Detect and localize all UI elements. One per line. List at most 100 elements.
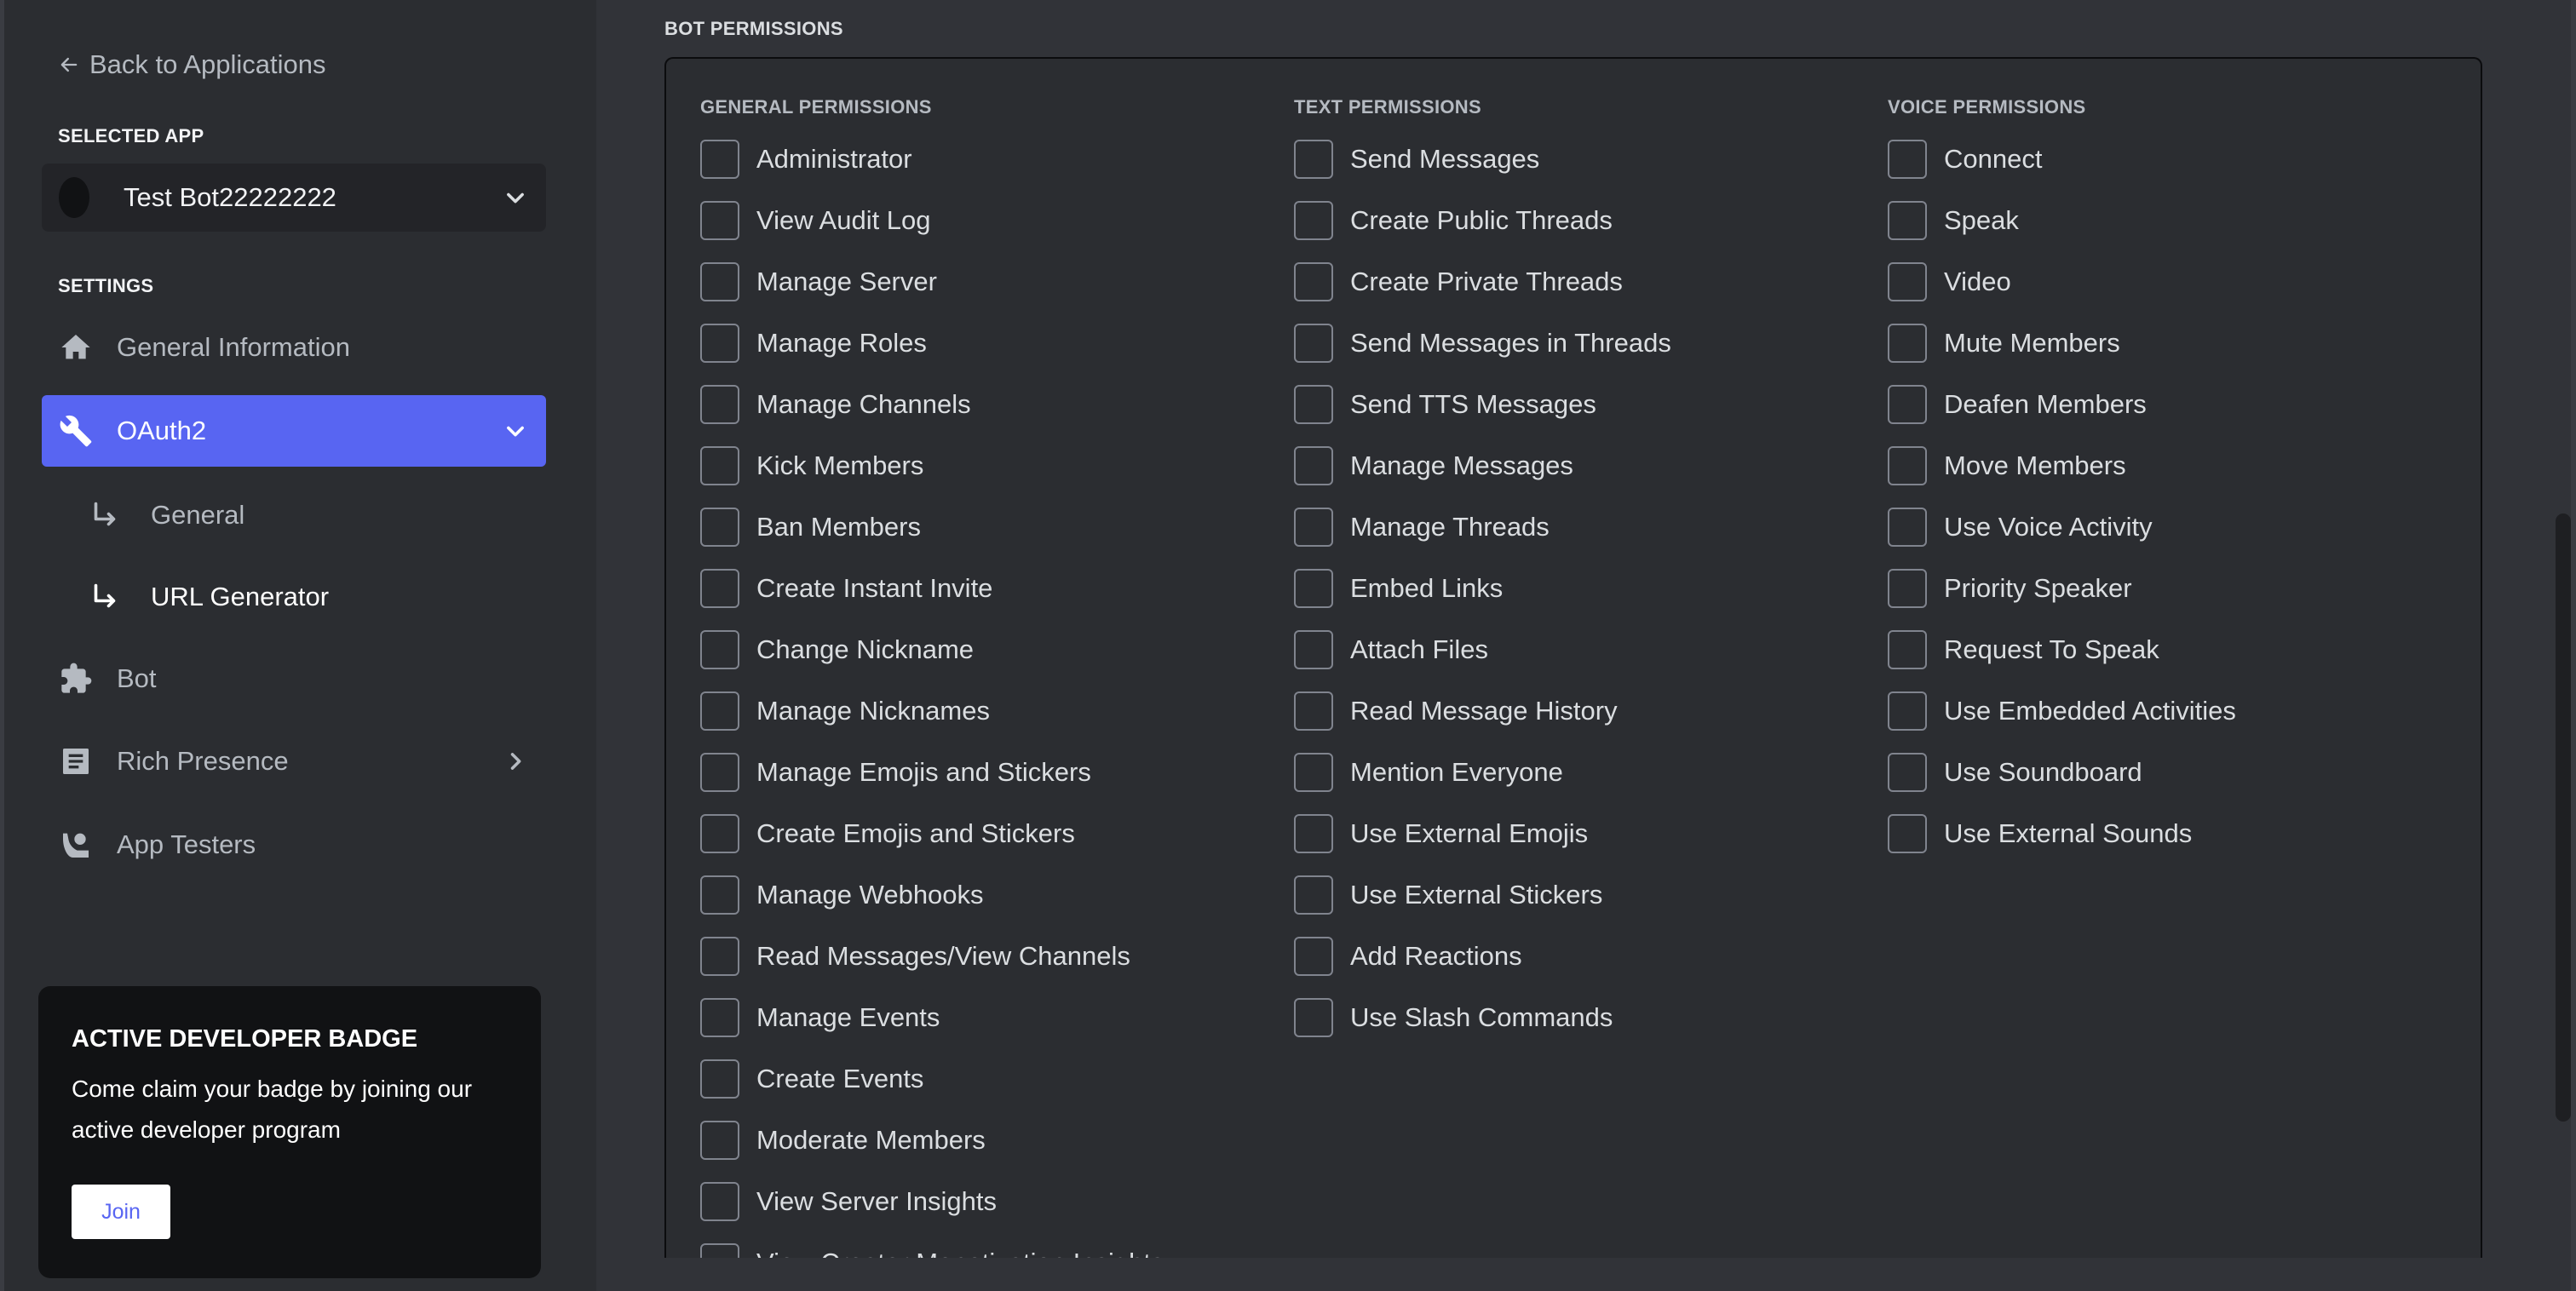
sidebar-item-general-information[interactable]: General Information bbox=[42, 312, 546, 383]
permission-checkbox[interactable] bbox=[700, 324, 739, 363]
sidebar-subitem-url-generator[interactable]: URL Generator bbox=[89, 566, 546, 628]
permission-checkbox[interactable] bbox=[700, 937, 739, 976]
join-button[interactable]: Join bbox=[72, 1185, 170, 1239]
sidebar-subitem-general[interactable]: General bbox=[89, 485, 546, 546]
permission-row[interactable]: Kick Members bbox=[700, 435, 1279, 496]
permission-row[interactable]: Manage Events bbox=[700, 987, 1279, 1048]
permission-checkbox[interactable] bbox=[1294, 814, 1333, 853]
permission-row[interactable]: Use External Emojis bbox=[1294, 803, 1873, 864]
permission-row[interactable]: Attach Files bbox=[1294, 619, 1873, 680]
permission-row[interactable]: Manage Channels bbox=[700, 374, 1279, 435]
permission-row[interactable]: Video bbox=[1888, 251, 2467, 313]
permission-checkbox[interactable] bbox=[1888, 446, 1927, 485]
permission-checkbox[interactable] bbox=[700, 1059, 739, 1099]
permission-checkbox[interactable] bbox=[1294, 875, 1333, 915]
permission-checkbox[interactable] bbox=[700, 140, 739, 179]
permission-row[interactable]: Send Messages bbox=[1294, 129, 1873, 190]
permission-checkbox[interactable] bbox=[700, 691, 739, 731]
permission-checkbox[interactable] bbox=[700, 875, 739, 915]
permission-checkbox[interactable] bbox=[700, 630, 739, 669]
permission-row[interactable]: Add Reactions bbox=[1294, 926, 1873, 987]
sidebar-item-bot[interactable]: Bot bbox=[42, 643, 546, 714]
sidebar-item-oauth2[interactable]: OAuth2 bbox=[42, 395, 546, 467]
permission-checkbox[interactable] bbox=[1294, 937, 1333, 976]
permission-row[interactable]: Read Message History bbox=[1294, 680, 1873, 742]
permission-row[interactable]: View Creator Monetization Insights bbox=[700, 1232, 1279, 1258]
permission-row[interactable]: Manage Webhooks bbox=[700, 864, 1279, 926]
permission-row[interactable]: Use External Sounds bbox=[1888, 803, 2467, 864]
permission-checkbox[interactable] bbox=[1888, 691, 1927, 731]
permission-row[interactable]: Create Emojis and Stickers bbox=[700, 803, 1279, 864]
permission-row[interactable]: Speak bbox=[1888, 190, 2467, 251]
permission-row[interactable]: Administrator bbox=[700, 129, 1279, 190]
permission-row[interactable]: Request To Speak bbox=[1888, 619, 2467, 680]
permission-row[interactable]: Manage Roles bbox=[700, 313, 1279, 374]
permission-checkbox[interactable] bbox=[700, 1243, 739, 1258]
permission-checkbox[interactable] bbox=[1888, 753, 1927, 792]
permission-checkbox[interactable] bbox=[1888, 140, 1927, 179]
permission-checkbox[interactable] bbox=[700, 1121, 739, 1160]
permission-checkbox[interactable] bbox=[1888, 201, 1927, 240]
permission-row[interactable]: Create Events bbox=[700, 1048, 1279, 1110]
permission-row[interactable]: Embed Links bbox=[1294, 558, 1873, 619]
permission-checkbox[interactable] bbox=[1294, 446, 1333, 485]
permission-checkbox[interactable] bbox=[1294, 324, 1333, 363]
permission-checkbox[interactable] bbox=[1294, 691, 1333, 731]
permission-row[interactable]: Deafen Members bbox=[1888, 374, 2467, 435]
main-scrollbar-thumb[interactable] bbox=[2556, 514, 2571, 1122]
permission-row[interactable]: Change Nickname bbox=[700, 619, 1279, 680]
permission-checkbox[interactable] bbox=[700, 508, 739, 547]
permission-row[interactable]: Send Messages in Threads bbox=[1294, 313, 1873, 374]
permission-row[interactable]: Send TTS Messages bbox=[1294, 374, 1873, 435]
permission-row[interactable]: Ban Members bbox=[700, 496, 1279, 558]
permission-checkbox[interactable] bbox=[1888, 569, 1927, 608]
permission-checkbox[interactable] bbox=[1294, 201, 1333, 240]
permission-row[interactable]: Use Slash Commands bbox=[1294, 987, 1873, 1048]
permission-row[interactable]: Use Soundboard bbox=[1888, 742, 2467, 803]
permission-row[interactable]: Create Private Threads bbox=[1294, 251, 1873, 313]
permission-row[interactable]: Use External Stickers bbox=[1294, 864, 1873, 926]
permission-checkbox[interactable] bbox=[1294, 630, 1333, 669]
permission-checkbox[interactable] bbox=[700, 446, 739, 485]
permission-row[interactable]: Mute Members bbox=[1888, 313, 2467, 374]
permission-checkbox[interactable] bbox=[1888, 385, 1927, 424]
permission-checkbox[interactable] bbox=[700, 814, 739, 853]
permission-row[interactable]: Read Messages/View Channels bbox=[700, 926, 1279, 987]
permission-row[interactable]: Create Public Threads bbox=[1294, 190, 1873, 251]
permission-checkbox[interactable] bbox=[700, 262, 739, 301]
permission-row[interactable]: Connect bbox=[1888, 129, 2467, 190]
permission-checkbox[interactable] bbox=[700, 201, 739, 240]
sidebar-item-rich-presence[interactable]: Rich Presence bbox=[42, 726, 546, 797]
permission-row[interactable]: Manage Messages bbox=[1294, 435, 1873, 496]
permission-checkbox[interactable] bbox=[700, 753, 739, 792]
permission-row[interactable]: Manage Threads bbox=[1294, 496, 1873, 558]
permission-row[interactable]: Manage Emojis and Stickers bbox=[700, 742, 1279, 803]
permission-row[interactable]: View Server Insights bbox=[700, 1171, 1279, 1232]
permission-checkbox[interactable] bbox=[1888, 262, 1927, 301]
permission-checkbox[interactable] bbox=[1294, 140, 1333, 179]
permission-checkbox[interactable] bbox=[700, 385, 739, 424]
permission-row[interactable]: Manage Server bbox=[700, 251, 1279, 313]
permission-checkbox[interactable] bbox=[700, 998, 739, 1037]
permission-checkbox[interactable] bbox=[1888, 508, 1927, 547]
permission-checkbox[interactable] bbox=[1294, 998, 1333, 1037]
app-selector-dropdown[interactable]: Test Bot22222222 bbox=[42, 164, 546, 232]
permission-checkbox[interactable] bbox=[700, 1182, 739, 1221]
permission-checkbox[interactable] bbox=[1294, 508, 1333, 547]
permission-checkbox[interactable] bbox=[700, 569, 739, 608]
permission-row[interactable]: View Audit Log bbox=[700, 190, 1279, 251]
permission-row[interactable]: Moderate Members bbox=[700, 1110, 1279, 1171]
permission-checkbox[interactable] bbox=[1294, 385, 1333, 424]
permission-row[interactable]: Mention Everyone bbox=[1294, 742, 1873, 803]
permission-checkbox[interactable] bbox=[1888, 324, 1927, 363]
permission-checkbox[interactable] bbox=[1888, 814, 1927, 853]
permission-row[interactable]: Manage Nicknames bbox=[700, 680, 1279, 742]
permission-checkbox[interactable] bbox=[1294, 569, 1333, 608]
permission-checkbox[interactable] bbox=[1294, 753, 1333, 792]
permission-row[interactable]: Use Embedded Activities bbox=[1888, 680, 2467, 742]
permission-row[interactable]: Create Instant Invite bbox=[700, 558, 1279, 619]
permission-checkbox[interactable] bbox=[1294, 262, 1333, 301]
sidebar-item-app-testers[interactable]: App Testers bbox=[42, 809, 546, 881]
permission-row[interactable]: Use Voice Activity bbox=[1888, 496, 2467, 558]
permission-row[interactable]: Priority Speaker bbox=[1888, 558, 2467, 619]
